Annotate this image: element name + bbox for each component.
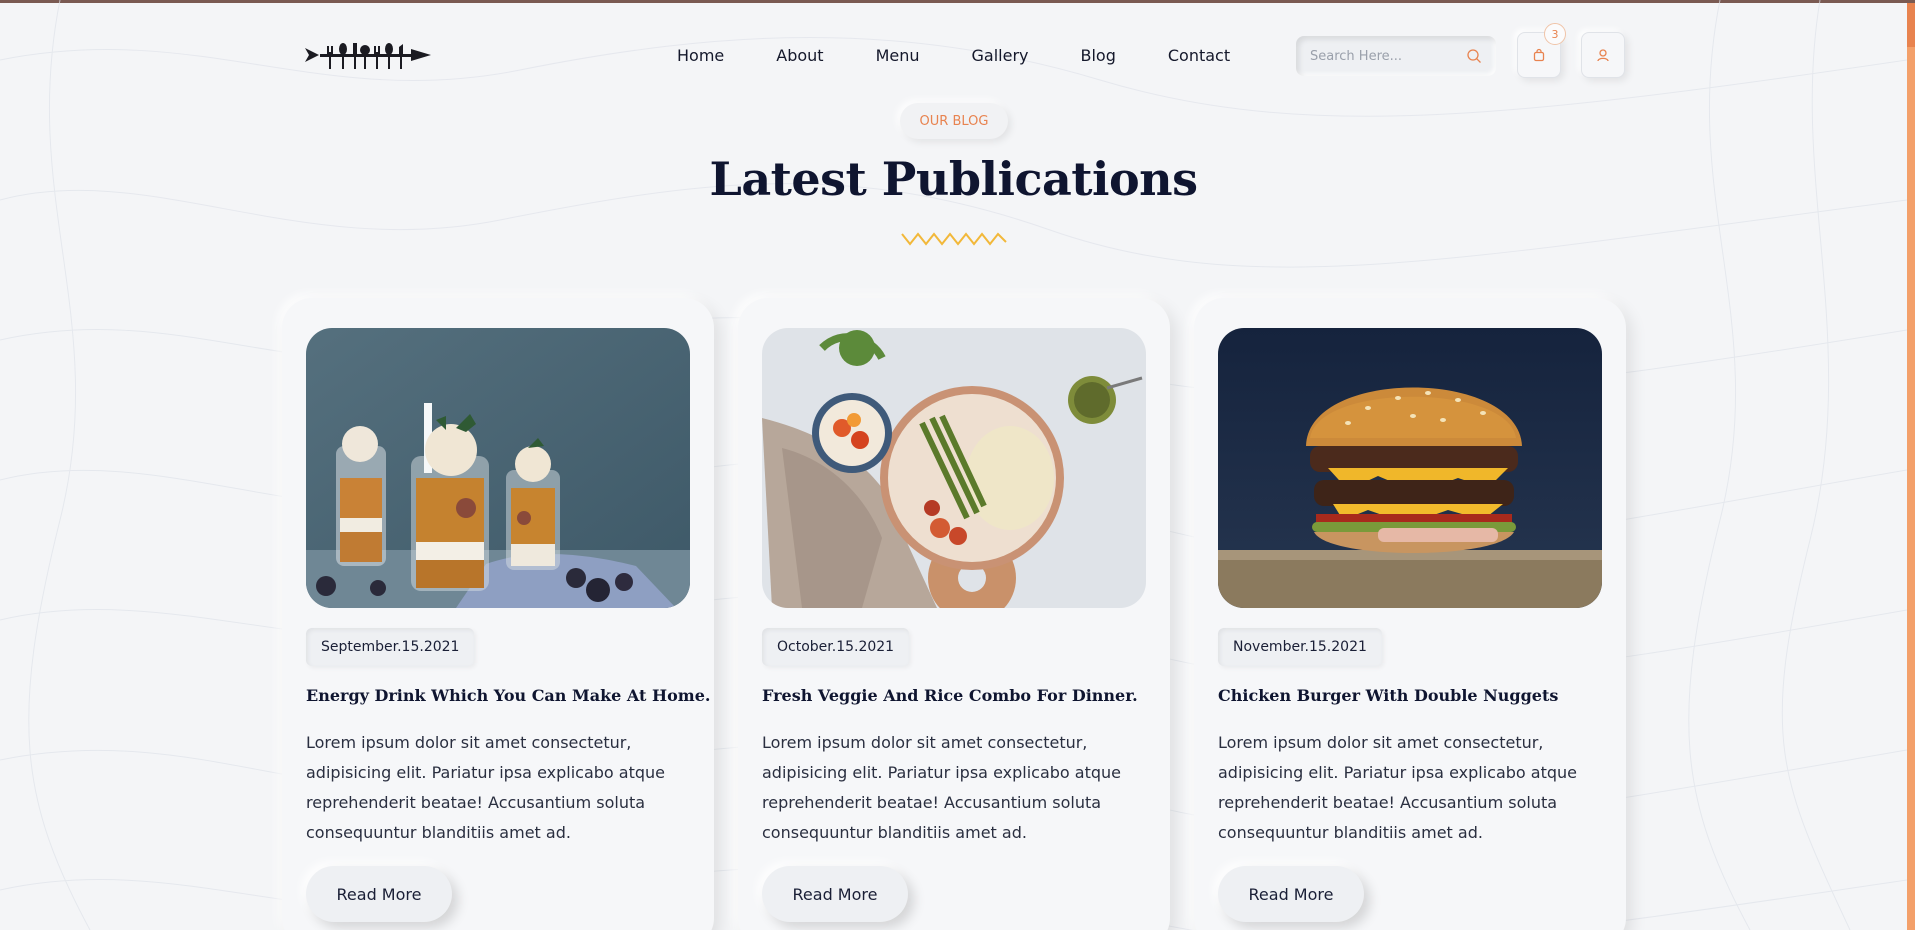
blog-card: November.15.2021 Chicken Burger With Dou… <box>1194 298 1626 930</box>
site-header: Home About Menu Gallery Blog Contact 3 <box>305 23 1625 80</box>
post-excerpt: Lorem ipsum dolor sit amet consectetur, … <box>762 733 1121 842</box>
zigzag-divider <box>901 232 1007 246</box>
read-more-button[interactable]: Read More <box>762 866 908 922</box>
shopping-bag-icon <box>1533 48 1545 62</box>
restaurant-logo[interactable] <box>305 38 431 72</box>
post-date: September.15.2021 <box>306 628 475 666</box>
read-more-button[interactable]: Read More <box>306 866 452 922</box>
main-nav: Home About Menu Gallery Blog Contact <box>677 30 1230 80</box>
read-more-button[interactable]: Read More <box>1218 866 1364 922</box>
post-title[interactable]: Chicken Burger With Double Nuggets <box>1218 686 1608 705</box>
search-input[interactable] <box>1310 36 1460 76</box>
cart-button[interactable]: 3 <box>1517 23 1566 78</box>
burger-image[interactable] <box>1218 328 1602 608</box>
post-excerpt: Lorem ipsum dolor sit amet consectetur, … <box>306 733 665 842</box>
section-title: Latest Publications <box>709 152 1198 206</box>
user-account-button[interactable] <box>1581 32 1625 78</box>
nav-home[interactable]: Home <box>677 46 724 65</box>
energy-drink-image[interactable] <box>306 328 690 608</box>
post-date: October.15.2021 <box>762 628 910 666</box>
nav-menu[interactable]: Menu <box>876 46 920 65</box>
search-box <box>1296 36 1496 76</box>
nav-about[interactable]: About <box>776 46 823 65</box>
nav-gallery[interactable]: Gallery <box>972 46 1029 65</box>
blog-posts: September.15.2021 Energy Drink Which You… <box>282 298 1627 930</box>
nav-blog[interactable]: Blog <box>1080 46 1115 65</box>
nav-contact[interactable]: Contact <box>1168 46 1230 65</box>
search-icon[interactable] <box>1466 48 1482 64</box>
section-eyebrow: OUR BLOG <box>900 103 1008 139</box>
post-title[interactable]: Fresh Veggie And Rice Combo For Dinner. <box>762 686 1152 705</box>
post-excerpt: Lorem ipsum dolor sit amet consectetur, … <box>1218 733 1577 842</box>
blog-card: October.15.2021 Fresh Veggie And Rice Co… <box>738 298 1170 930</box>
post-date: November.15.2021 <box>1218 628 1382 666</box>
user-icon <box>1597 49 1609 62</box>
scrollbar[interactable] <box>1907 3 1915 930</box>
post-title[interactable]: Energy Drink Which You Can Make At Home. <box>306 686 710 705</box>
cart-count-badge: 3 <box>1544 23 1566 45</box>
blog-card: September.15.2021 Energy Drink Which You… <box>282 298 714 930</box>
veggie-rice-image[interactable] <box>762 328 1146 608</box>
